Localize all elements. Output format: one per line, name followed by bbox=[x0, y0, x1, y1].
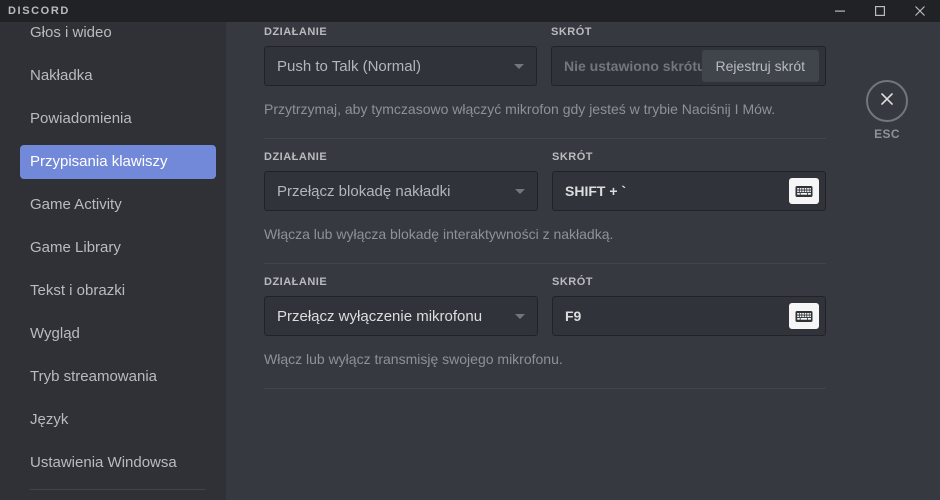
shortcut-value: F9 bbox=[565, 308, 582, 324]
action-column: DZIAŁANIE Push to Talk (Normal) bbox=[264, 26, 537, 86]
chevron-down-icon bbox=[515, 189, 525, 194]
shortcut-field[interactable]: SHIFT + ` bbox=[552, 171, 826, 211]
shortcut-label: SKRÓT bbox=[552, 276, 593, 288]
keybind-divider bbox=[264, 388, 826, 389]
keybind-list: DZIAŁANIE Push to Talk (Normal) SKRÓT Ni… bbox=[226, 22, 866, 389]
minimize-icon bbox=[834, 5, 846, 17]
keyboard-icon bbox=[795, 185, 813, 198]
keybinds-panel: DZIAŁANIE Push to Talk (Normal) SKRÓT Ni… bbox=[226, 22, 940, 500]
minimize-button[interactable] bbox=[820, 0, 860, 22]
close-button[interactable] bbox=[900, 0, 940, 22]
action-select[interactable]: Przełącz wyłączenie mikrofonu bbox=[264, 296, 538, 336]
close-settings-button[interactable]: ESC bbox=[866, 80, 908, 141]
sidebar-item-2[interactable]: Powiadomienia bbox=[20, 102, 216, 136]
sidebar-item-6[interactable]: Tekst i obrazki bbox=[20, 274, 216, 308]
keybind-description: Włącz lub wyłącz transmisję swojego mikr… bbox=[264, 351, 563, 367]
close-icon bbox=[914, 5, 926, 17]
shortcut-field[interactable]: F9 bbox=[552, 296, 826, 336]
shortcut-label: SKRÓT bbox=[551, 26, 592, 38]
action-column: DZIAŁANIE Przełącz wyłączenie mikrofonu bbox=[264, 276, 538, 336]
maximize-icon bbox=[874, 5, 886, 17]
shortcut-field[interactable]: Nie ustawiono skrótu Rejestruj skrót bbox=[551, 46, 826, 86]
sidebar-item-5[interactable]: Game Library bbox=[20, 231, 216, 265]
action-column: DZIAŁANIE Przełącz blokadę nakładki bbox=[264, 151, 538, 211]
action-select-value: Przełącz blokadę nakładki bbox=[277, 182, 451, 200]
shortcut-column: SKRÓT SHIFT + ` bbox=[552, 151, 826, 211]
maximize-button[interactable] bbox=[860, 0, 900, 22]
keybind-row: DZIAŁANIE Push to Talk (Normal) SKRÓT Ni… bbox=[264, 22, 826, 139]
shortcut-value: Nie ustawiono skrótu bbox=[564, 58, 702, 74]
shortcut-column: SKRÓT Nie ustawiono skrótu Rejestruj skró… bbox=[551, 26, 826, 86]
keybind-fields: DZIAŁANIE Przełącz wyłączenie mikrofonu … bbox=[264, 276, 826, 336]
action-select[interactable]: Push to Talk (Normal) bbox=[264, 46, 537, 86]
record-shortcut-button[interactable]: Rejestruj skrót bbox=[701, 50, 819, 82]
keyboard-icon bbox=[795, 310, 813, 323]
discord-wordmark: DISCORD bbox=[8, 5, 70, 17]
sidebar-item-7[interactable]: Wygląd bbox=[20, 317, 216, 351]
action-label: DZIAŁANIE bbox=[264, 151, 328, 163]
sidebar-item-8[interactable]: Tryb streamowania bbox=[20, 360, 216, 394]
keybind-fields: DZIAŁANIE Przełącz blokadę nakładki SKRÓ… bbox=[264, 151, 826, 211]
keybind-description: Włącza lub wyłącza blokadę interaktywnoś… bbox=[264, 226, 614, 242]
title-bar: DISCORD bbox=[0, 0, 940, 22]
keybind-row: DZIAŁANIE Przełącz blokadę nakładki SKRÓ… bbox=[264, 139, 826, 264]
sidebar-item-1[interactable]: Nakładka bbox=[20, 59, 216, 93]
keyboard-icon-button[interactable] bbox=[789, 303, 819, 329]
sidebar-divider bbox=[30, 489, 206, 490]
shortcut-column: SKRÓT F9 bbox=[552, 276, 826, 336]
action-select[interactable]: Przełącz blokadę nakładki bbox=[264, 171, 538, 211]
discord-user-settings-window: DISCORD Głos i wideo Nakładka Powiadomieni… bbox=[0, 0, 940, 500]
close-x-icon bbox=[879, 91, 895, 112]
action-label: DZIAŁANIE bbox=[264, 26, 328, 38]
sidebar-item-4[interactable]: Game Activity bbox=[20, 188, 216, 222]
keybind-description: Przytrzymaj, aby tymczasowo włączyć mikr… bbox=[264, 101, 776, 117]
esc-label: ESC bbox=[874, 127, 900, 141]
keybind-fields: DZIAŁANIE Push to Talk (Normal) SKRÓT Ni… bbox=[264, 26, 826, 86]
action-select-value: Push to Talk (Normal) bbox=[277, 57, 421, 75]
sidebar-item-9[interactable]: Język bbox=[20, 403, 216, 437]
chevron-down-icon bbox=[515, 314, 525, 319]
chevron-down-icon bbox=[514, 64, 524, 69]
close-settings-circle bbox=[866, 80, 908, 122]
sidebar-item-0[interactable]: Głos i wideo bbox=[20, 22, 216, 50]
action-select-value: Przełącz wyłączenie mikrofonu bbox=[277, 307, 483, 325]
keybind-row: DZIAŁANIE Przełącz wyłączenie mikrofonu … bbox=[264, 264, 826, 389]
keyboard-icon-button[interactable] bbox=[789, 178, 819, 204]
shortcut-label: SKRÓT bbox=[552, 151, 593, 163]
action-label: DZIAŁANIE bbox=[264, 276, 328, 288]
shortcut-value: SHIFT + ` bbox=[565, 183, 627, 199]
sidebar-item-10[interactable]: Ustawienia Windowsa bbox=[20, 446, 216, 480]
sidebar-item-3[interactable]: Przypisania klawiszy bbox=[20, 145, 216, 179]
sidebar-nav-list: Głos i wideo Nakładka Powiadomienia Przypis… bbox=[0, 22, 226, 500]
settings-sidebar[interactable]: Głos i wideo Nakładka Powiadomienia Przypis… bbox=[0, 22, 226, 500]
